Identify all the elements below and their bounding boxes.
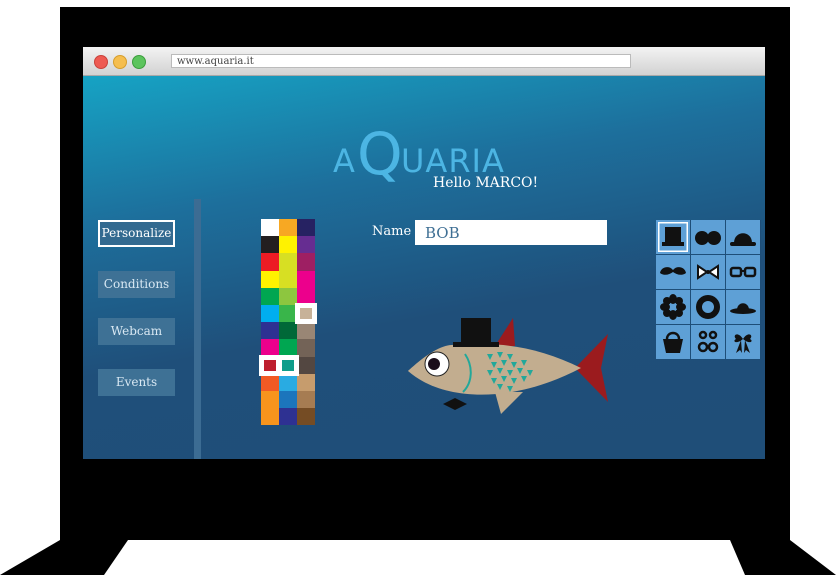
bow-pair-icon xyxy=(697,330,719,353)
color-swatch[interactable] xyxy=(261,391,279,409)
sunglasses-round-icon xyxy=(695,231,721,245)
accessory-sun-hat[interactable] xyxy=(726,290,760,324)
color-swatch[interactable] xyxy=(279,270,297,288)
browser-titlebar: www.aquaria.it xyxy=(83,47,765,76)
color-swatch[interactable] xyxy=(261,270,279,288)
glasses-icon xyxy=(729,266,757,278)
accessory-bow-tie[interactable] xyxy=(691,255,725,289)
selected-color-fill xyxy=(282,359,294,371)
color-swatch[interactable] xyxy=(261,287,279,305)
minimize-window-button[interactable] xyxy=(113,55,127,69)
color-swatch[interactable] xyxy=(297,391,315,409)
color-swatch[interactable] xyxy=(261,236,279,254)
fish-avatar xyxy=(408,318,608,414)
nav-webcam-button[interactable]: Webcam xyxy=(98,318,175,345)
logo-letter-a: A xyxy=(333,142,356,180)
color-palette xyxy=(259,219,317,426)
fish-name-input[interactable] xyxy=(415,220,607,245)
selected-color-fill xyxy=(264,359,276,371)
bow-tie-icon xyxy=(697,264,719,280)
top-hat-icon xyxy=(658,222,688,252)
color-swatch[interactable] xyxy=(261,253,279,271)
color-swatch[interactable] xyxy=(297,408,315,426)
aquaria-page: A Q UARIA Hello MARCO! Personalize Condi… xyxy=(83,76,765,459)
fish-pupil xyxy=(428,358,440,370)
greeting-text: Hello MARCO! xyxy=(433,175,539,191)
accessory-glasses[interactable] xyxy=(726,255,760,289)
color-swatch[interactable] xyxy=(279,373,297,391)
mustache-icon xyxy=(660,267,686,275)
accessory-flower[interactable] xyxy=(656,290,690,324)
color-swatch[interactable] xyxy=(297,253,315,271)
color-swatch[interactable] xyxy=(261,322,279,340)
color-swatch[interactable] xyxy=(279,322,297,340)
top-hat-crown xyxy=(461,318,491,344)
color-swatch[interactable] xyxy=(297,270,315,288)
ring-icon xyxy=(696,295,720,319)
accessory-sunglasses[interactable] xyxy=(691,220,725,254)
basket-icon xyxy=(663,331,683,353)
color-swatch[interactable] xyxy=(279,253,297,271)
nav-events-button[interactable]: Events xyxy=(98,369,175,396)
ribbon-icon xyxy=(734,334,752,353)
sidebar-divider xyxy=(194,199,201,459)
accessory-ring[interactable] xyxy=(691,290,725,324)
accessory-basket[interactable] xyxy=(656,325,690,359)
url-bar[interactable]: www.aquaria.it xyxy=(171,54,631,68)
browser-window: www.aquaria.it A Q UARIA Hello MARCO! Pe… xyxy=(83,47,765,459)
fish-dorsal-fin xyxy=(495,318,515,346)
fish-bow-tie xyxy=(443,398,467,410)
color-swatch[interactable] xyxy=(297,373,315,391)
nav-conditions-button[interactable]: Conditions xyxy=(98,271,175,298)
accessory-bowler-hat[interactable] xyxy=(726,220,760,254)
bowler-hat-icon xyxy=(730,233,756,246)
color-swatch[interactable] xyxy=(261,373,279,391)
color-swatch[interactable] xyxy=(279,408,297,426)
accessory-ribbon[interactable] xyxy=(726,325,760,359)
maximize-window-button[interactable] xyxy=(132,55,146,69)
selected-color-swatch[interactable] xyxy=(295,303,317,325)
selected-color-fill xyxy=(300,308,312,320)
color-swatch[interactable] xyxy=(279,391,297,409)
color-swatch[interactable] xyxy=(297,236,315,254)
color-swatch[interactable] xyxy=(261,305,279,323)
logo-letter-q: Q xyxy=(357,120,403,188)
close-window-button[interactable] xyxy=(94,55,108,69)
color-swatch[interactable] xyxy=(279,236,297,254)
color-swatch[interactable] xyxy=(261,408,279,426)
flower-icon xyxy=(660,294,686,320)
sun-hat-icon xyxy=(730,303,756,314)
color-swatch[interactable] xyxy=(297,322,315,340)
color-swatch[interactable] xyxy=(279,219,297,237)
color-swatch[interactable] xyxy=(261,219,279,237)
color-swatch[interactable] xyxy=(297,356,315,374)
fish-lower-fin xyxy=(495,392,523,414)
nav-personalize-button[interactable]: Personalize xyxy=(98,220,175,247)
accessory-grid xyxy=(656,220,761,360)
accessory-mustache[interactable] xyxy=(656,255,690,289)
selected-color-swatch[interactable] xyxy=(277,354,299,376)
aquaria-logo: A Q UARIA xyxy=(333,120,533,188)
accessory-top-hat[interactable] xyxy=(656,220,690,254)
color-swatch[interactable] xyxy=(297,339,315,357)
accessory-bow-pair[interactable] xyxy=(691,325,725,359)
color-swatch[interactable] xyxy=(297,219,315,237)
name-label: Name xyxy=(372,224,412,239)
top-hat-brim xyxy=(453,342,499,347)
